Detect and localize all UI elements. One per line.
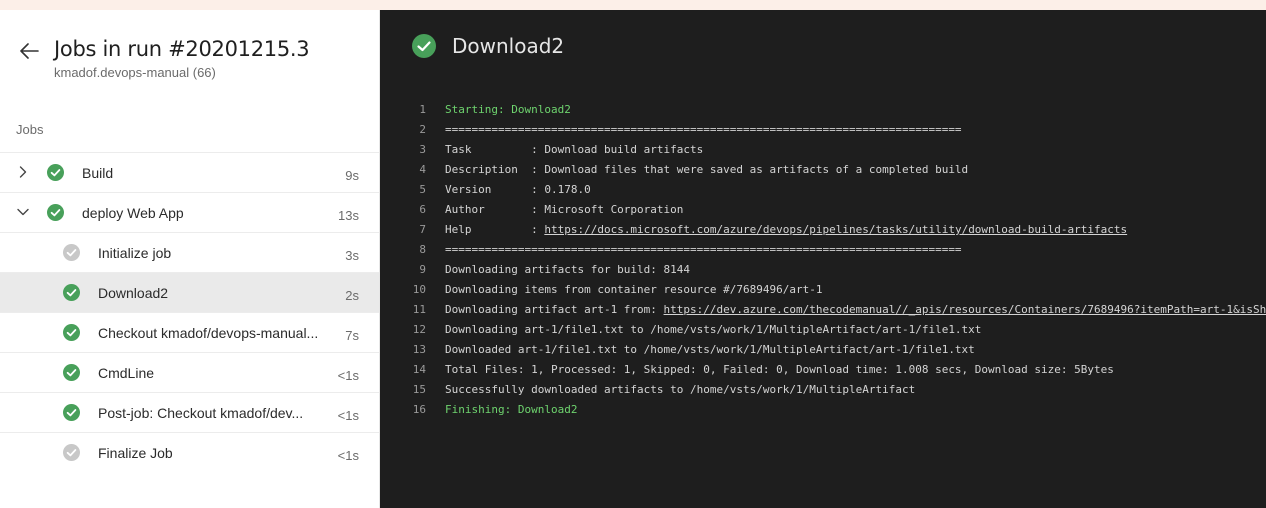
arrow-left-icon: [20, 43, 39, 59]
job-step-row[interactable]: Finalize Job <1s: [0, 432, 379, 472]
job-row[interactable]: deploy Web App 13s: [0, 192, 379, 232]
line-number: 4: [419, 163, 426, 176]
log-text: ========================================…: [445, 243, 962, 256]
log-line: 14 Total Files: 1, Processed: 1, Skipped:…: [380, 360, 1266, 380]
line-number: 3: [419, 143, 426, 156]
line-number: 2: [419, 123, 426, 136]
job-duration: 2s: [345, 288, 359, 303]
log-line: 16 Finishing: Download2: [380, 400, 1266, 420]
log-text: Finishing: Download2: [445, 403, 578, 416]
chevron-right-icon[interactable]: [16, 165, 30, 179]
log-line: 6 Author : Microsoft Corporation: [380, 200, 1266, 220]
log-text: Description : Download files that were s…: [445, 163, 969, 176]
jobs-sidebar: Jobs in run #20201215.3 kmadof.devops-ma…: [0, 10, 380, 508]
log-line: 8 =======================================…: [380, 240, 1266, 260]
log-text: Downloading artifact art-1 from:: [445, 303, 664, 316]
job-label: deploy Web App: [82, 205, 184, 221]
log-line: 5 Version : 0.178.0: [380, 180, 1266, 200]
line-number: 15: [412, 383, 426, 396]
task-header: Download2: [412, 34, 564, 58]
page-title: Jobs in run #20201215.3: [54, 37, 310, 61]
job-label: Post-job: Checkout kmadof/dev...: [98, 405, 304, 421]
log-text: Total Files: 1, Processed: 1, Skipped: 0…: [445, 363, 1114, 376]
log-output: 1 Starting: Download2 2 ===================…: [380, 100, 1266, 420]
success-check-icon: [63, 284, 80, 301]
job-label: Checkout kmadof/devops-manual...: [98, 325, 319, 341]
job-step-row[interactable]: Checkout kmadof/devops-manual... 7s: [0, 312, 379, 352]
line-number: 7: [419, 223, 426, 236]
job-label: CmdLine: [98, 365, 155, 381]
job-step-row[interactable]: Download2 2s: [0, 272, 379, 312]
job-duration: <1s: [337, 368, 359, 383]
job-label: Initialize job: [98, 245, 172, 261]
pipeline-name: kmadof.devops-manual (66): [54, 65, 216, 80]
job-duration: <1s: [337, 408, 359, 423]
log-text: Downloaded art-1/file1.txt to /home/vsts…: [445, 343, 975, 356]
line-number: 9: [419, 263, 426, 276]
log-text: Downloading artifacts for build: 8144: [445, 263, 691, 276]
log-link[interactable]: https://dev.azure.com/thecodemanual//_ap…: [664, 303, 1266, 316]
line-number: 5: [419, 183, 426, 196]
skipped-check-icon: [63, 444, 80, 461]
success-check-icon: [63, 404, 80, 421]
log-line: 10 Downloading items from container resou…: [380, 280, 1266, 300]
job-duration: 3s: [345, 248, 359, 263]
job-list: Build 9s deploy Web App 13s Initialize job 3s…: [0, 152, 379, 472]
log-line: 15 Successfully downloaded artifacts to /…: [380, 380, 1266, 400]
log-text: Version : 0.178.0: [445, 183, 591, 196]
job-label: Download2: [98, 285, 169, 301]
job-label: Finalize Job: [98, 445, 173, 461]
log-text: Author : Microsoft Corporation: [445, 203, 684, 216]
log-line: 4 Description : Download files that were …: [380, 160, 1266, 180]
log-line: 12 Downloading art-1/file1.txt to /home/v…: [380, 320, 1266, 340]
sidebar-header: Jobs in run #20201215.3 kmadof.devops-ma…: [0, 10, 379, 110]
job-duration: 9s: [345, 168, 359, 183]
back-button[interactable]: [16, 40, 42, 62]
line-number: 1: [419, 103, 426, 116]
log-link[interactable]: https://docs.microsoft.com/azure/devops/…: [544, 223, 1127, 236]
log-text: ========================================…: [445, 123, 962, 136]
line-number: 14: [412, 363, 426, 376]
line-number: 11: [412, 303, 426, 316]
log-line: 1 Starting: Download2: [380, 100, 1266, 120]
log-line: 3 Task : Download build artifacts: [380, 140, 1266, 160]
success-check-icon: [63, 364, 80, 381]
log-text: Starting: Download2: [445, 103, 571, 116]
job-row[interactable]: Build 9s: [0, 152, 379, 192]
jobs-section-label: Jobs: [16, 122, 44, 137]
job-step-row[interactable]: Initialize job 3s: [0, 232, 379, 272]
job-duration: <1s: [337, 448, 359, 463]
success-check-icon: [412, 34, 436, 58]
job-step-row[interactable]: CmdLine <1s: [0, 352, 379, 392]
skipped-check-icon: [63, 244, 80, 261]
chevron-down-icon[interactable]: [16, 205, 30, 219]
log-line: 2 =======================================…: [380, 120, 1266, 140]
line-number: 12: [412, 323, 426, 336]
line-number: 8: [419, 243, 426, 256]
log-text: Task : Download build artifacts: [445, 143, 704, 156]
line-number: 16: [412, 403, 426, 416]
log-text: Successfully downloaded artifacts to /ho…: [445, 383, 916, 396]
task-title: Download2: [452, 34, 565, 58]
log-line: 9 Downloading artifacts for build: 8144: [380, 260, 1266, 280]
log-panel: Download2 1 Starting: Download2 2 =========…: [380, 10, 1266, 508]
job-duration: 13s: [338, 208, 359, 223]
log-text: Help :: [445, 223, 545, 236]
top-strip: [0, 0, 1266, 10]
log-line: 7 Help : https://docs.microsoft.com/azure…: [380, 220, 1266, 240]
job-label: Build: [82, 165, 114, 181]
success-check-icon: [47, 164, 64, 181]
log-text: Downloading art-1/file1.txt to /home/vst…: [445, 323, 982, 336]
success-check-icon: [47, 204, 64, 221]
job-duration: 7s: [345, 328, 359, 343]
log-line: 11 Downloading artifact art-1 from: https…: [380, 300, 1266, 320]
job-step-row[interactable]: Post-job: Checkout kmadof/dev... <1s: [0, 392, 379, 432]
success-check-icon: [63, 324, 80, 341]
log-text: Downloading items from container resourc…: [445, 283, 823, 296]
line-number: 13: [412, 343, 426, 356]
line-number: 10: [412, 283, 426, 296]
log-line: 13 Downloaded art-1/file1.txt to /home/vs…: [380, 340, 1266, 360]
line-number: 6: [419, 203, 426, 216]
